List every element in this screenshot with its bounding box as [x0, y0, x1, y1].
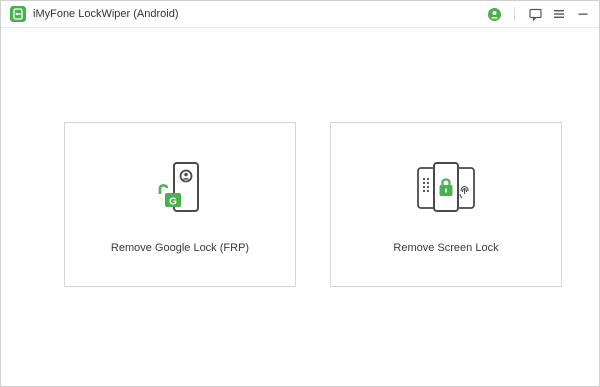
- app-title: iMyFone LockWiper (Android): [33, 8, 179, 20]
- minimize-icon[interactable]: [575, 6, 591, 22]
- remove-screen-lock-card[interactable]: Remove Screen Lock: [330, 122, 562, 287]
- screen-lock-phones-icon: [331, 161, 561, 217]
- title-bar-controls: [478, 1, 591, 27]
- remove-google-lock-card[interactable]: G Remove Google Lock (FRP): [64, 122, 296, 287]
- title-bar: iMyFone LockWiper (Android): [1, 1, 599, 28]
- feedback-icon[interactable]: [527, 6, 543, 22]
- title-bar-divider: [514, 7, 515, 21]
- menu-icon[interactable]: [551, 6, 567, 22]
- remove-google-lock-label: Remove Google Lock (FRP): [110, 242, 250, 254]
- app-window: iMyFone LockWiper (Android) G Remove Goo…: [0, 0, 600, 387]
- lockwiper-logo-icon: [10, 6, 26, 22]
- account-icon[interactable]: [486, 6, 502, 22]
- remove-screen-lock-label: Remove Screen Lock: [393, 242, 499, 254]
- google-lock-phone-icon: G: [65, 161, 295, 217]
- svg-text:G: G: [169, 197, 177, 208]
